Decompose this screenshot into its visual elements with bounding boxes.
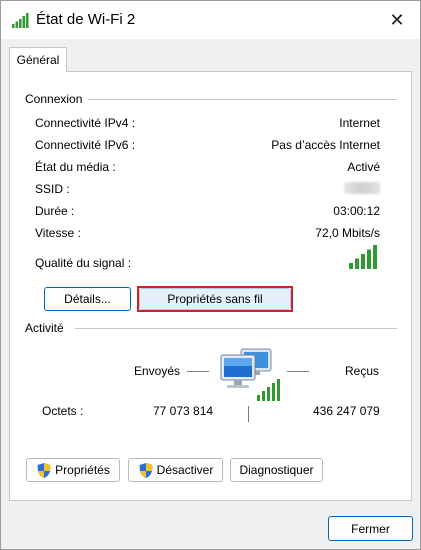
close-button[interactable]: Fermer (328, 516, 413, 541)
ipv4-label: Connectivité IPv4 : (35, 116, 136, 130)
highlight-annotation (137, 286, 293, 312)
activite-divider (75, 328, 397, 329)
network-computers-icon (220, 348, 280, 401)
speed-label: Vitesse : (35, 226, 81, 240)
signal-bar (355, 258, 359, 269)
ipv6-label: Connectivité IPv6 : (35, 138, 136, 152)
disable-button[interactable]: Désactiver (128, 458, 223, 482)
speed-value: 72,0 Mbits/s (315, 226, 380, 240)
signal-bar (367, 249, 371, 269)
media-state-value: Activé (347, 160, 380, 174)
activity-divider-vertical (248, 406, 249, 422)
title-bar: État de Wi-Fi 2 ✕ (1, 1, 420, 39)
properties-button-label: Propriétés (55, 463, 110, 477)
signal-quality-label: Qualité du signal : (35, 256, 132, 270)
sent-line (187, 371, 209, 372)
signal-bar (349, 263, 353, 269)
disable-button-label: Désactiver (156, 463, 214, 477)
ipv6-value: Pas d’accès Internet (271, 138, 380, 152)
wifi-status-dialog: État de Wi-Fi 2 ✕ Général Connexion Conn… (0, 0, 421, 550)
uac-shield-icon (139, 462, 153, 478)
signal-bar (361, 254, 365, 269)
bytes-sent-value: 77 073 814 (153, 404, 214, 418)
connexion-title: Connexion (25, 92, 89, 106)
duration-label: Durée : (35, 204, 75, 218)
connexion-divider (85, 99, 397, 100)
wifi-signal-icon (12, 13, 29, 28)
properties-button[interactable]: Propriétés (26, 458, 120, 482)
ipv4-value: Internet (339, 116, 380, 130)
signal-strength-icon (349, 245, 377, 269)
ssid-value-blurred (344, 182, 380, 194)
bytes-received-value: 436 247 079 (313, 404, 380, 418)
signal-bar (373, 245, 377, 269)
activite-title: Activité (25, 321, 70, 335)
diagnose-button[interactable]: Diagnostiquer (230, 458, 323, 482)
received-line (287, 371, 309, 372)
sent-label: Envoyés (134, 364, 181, 378)
received-label: Reçus (345, 364, 380, 378)
close-icon[interactable]: ✕ (374, 1, 420, 39)
bytes-label: Octets : (42, 404, 84, 418)
tab-general[interactable]: Général (9, 47, 67, 72)
uac-shield-icon (37, 462, 51, 478)
ssid-label: SSID : (35, 182, 70, 196)
window-title: État de Wi-Fi 2 (36, 11, 136, 28)
media-state-label: État du média : (35, 160, 116, 174)
duration-value: 03:00:12 (333, 204, 380, 218)
details-button[interactable]: Détails... (44, 287, 131, 311)
